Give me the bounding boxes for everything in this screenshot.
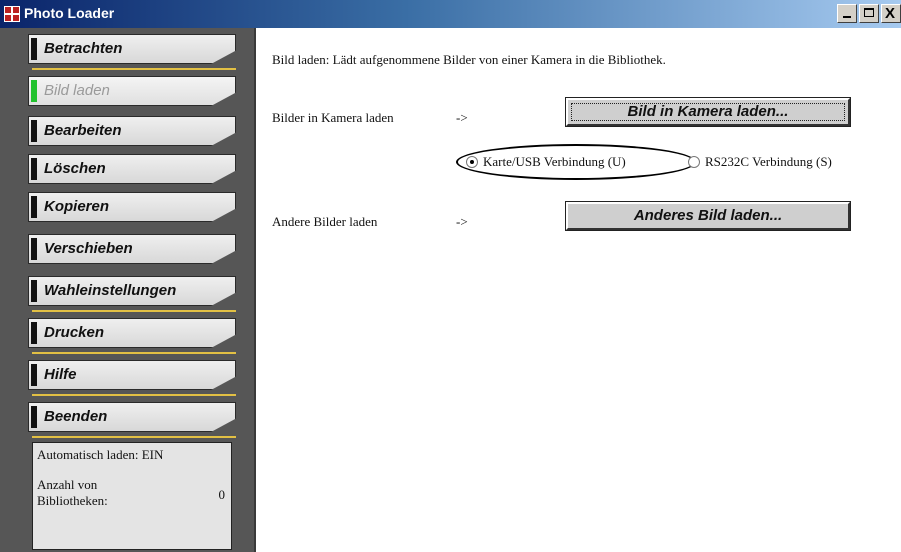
tab-marker-icon <box>31 238 37 260</box>
close-button[interactable]: X <box>881 4 901 23</box>
nav-wahleinstellungen[interactable]: Wahleinstellungen <box>28 276 236 306</box>
status-info-box: Automatisch laden: EIN Anzahl von Biblio… <box>32 442 232 550</box>
nav-hilfe[interactable]: Hilfe <box>28 360 236 390</box>
nav-separator <box>32 394 236 396</box>
nav-drucken[interactable]: Drucken <box>28 318 236 348</box>
library-count-value: 0 <box>218 487 226 502</box>
nav-betrachten[interactable]: Betrachten <box>28 34 236 64</box>
tab-marker-icon <box>31 80 37 102</box>
nav-verschieben[interactable]: Verschieben <box>28 234 236 264</box>
radio-label: Karte/USB Verbindung (U) <box>483 154 626 169</box>
load-other-image-button[interactable]: Anderes Bild laden... <box>565 201 851 231</box>
sidebar: Betrachten Bild laden Bearbeiten Löschen… <box>0 28 256 552</box>
camera-arrow: -> <box>456 110 468 125</box>
maximize-icon <box>864 8 874 17</box>
tab-marker-icon <box>31 364 37 386</box>
other-load-label: Andere Bilder laden <box>272 214 378 229</box>
nav-label: Drucken <box>44 324 105 341</box>
auto-load-status: Automatisch laden: EIN <box>37 447 164 462</box>
library-count-label: Anzahl von Bibliotheken: <box>37 477 108 508</box>
radio-rs232c-connection[interactable]: RS232C Verbindung (S) <box>688 152 832 172</box>
connection-radio-group: Karte/USB Verbindung (U) RS232C Verbindu… <box>458 152 888 176</box>
photo-loader-window: Photo Loader X Betrachten Bild laden Bea… <box>0 0 901 552</box>
window-controls: X <box>835 4 901 24</box>
nav-label: Wahleinstellungen <box>44 282 177 299</box>
tab-marker-icon <box>31 38 37 60</box>
camera-load-label: Bilder in Kamera laden <box>272 110 394 125</box>
tab-marker-icon <box>31 280 37 302</box>
nav-label: Hilfe <box>44 366 77 383</box>
minimize-button[interactable] <box>837 4 857 23</box>
nav-separator <box>32 352 236 354</box>
radio-label: RS232C Verbindung (S) <box>705 154 832 169</box>
nav-kopieren[interactable]: Kopieren <box>28 192 236 222</box>
tab-marker-icon <box>31 158 37 180</box>
nav-label: Bearbeiten <box>44 122 122 139</box>
nav-label: Löschen <box>44 160 106 177</box>
nav-separator <box>32 68 236 70</box>
nav-bild-laden[interactable]: Bild laden <box>28 76 236 106</box>
nav-separator <box>32 436 236 438</box>
tab-marker-icon <box>31 120 37 142</box>
maximize-button[interactable] <box>859 4 879 23</box>
radio-usb-connection[interactable]: Karte/USB Verbindung (U) <box>466 152 626 172</box>
main-content: Bild laden: Lädt aufgenommene Bilder von… <box>258 28 901 552</box>
nav-label: Verschieben <box>44 240 133 257</box>
nav-label: Beenden <box>44 408 108 425</box>
tab-marker-icon <box>31 196 37 218</box>
nav-label: Bild laden <box>44 82 110 99</box>
close-icon: X <box>885 5 896 22</box>
app-icon[interactable] <box>4 6 20 22</box>
nav-loeschen[interactable]: Löschen <box>28 154 236 184</box>
tab-marker-icon <box>31 322 37 344</box>
nav-beenden[interactable]: Beenden <box>28 402 236 432</box>
other-arrow: -> <box>456 214 468 229</box>
radio-checked-icon <box>466 156 478 168</box>
page-description: Bild laden: Lädt aufgenommene Bilder von… <box>272 52 666 67</box>
nav-label: Betrachten <box>44 40 123 57</box>
nav-label: Kopieren <box>44 198 110 215</box>
nav-separator <box>32 310 236 312</box>
minimize-icon <box>843 16 851 18</box>
window-title: Photo Loader <box>24 5 115 21</box>
nav-bearbeiten[interactable]: Bearbeiten <box>28 116 236 146</box>
radio-unchecked-icon <box>688 156 700 168</box>
tab-marker-icon <box>31 406 37 428</box>
title-bar[interactable]: Photo Loader X <box>0 0 901 28</box>
load-from-camera-button[interactable]: Bild in Kamera laden... <box>565 97 851 127</box>
